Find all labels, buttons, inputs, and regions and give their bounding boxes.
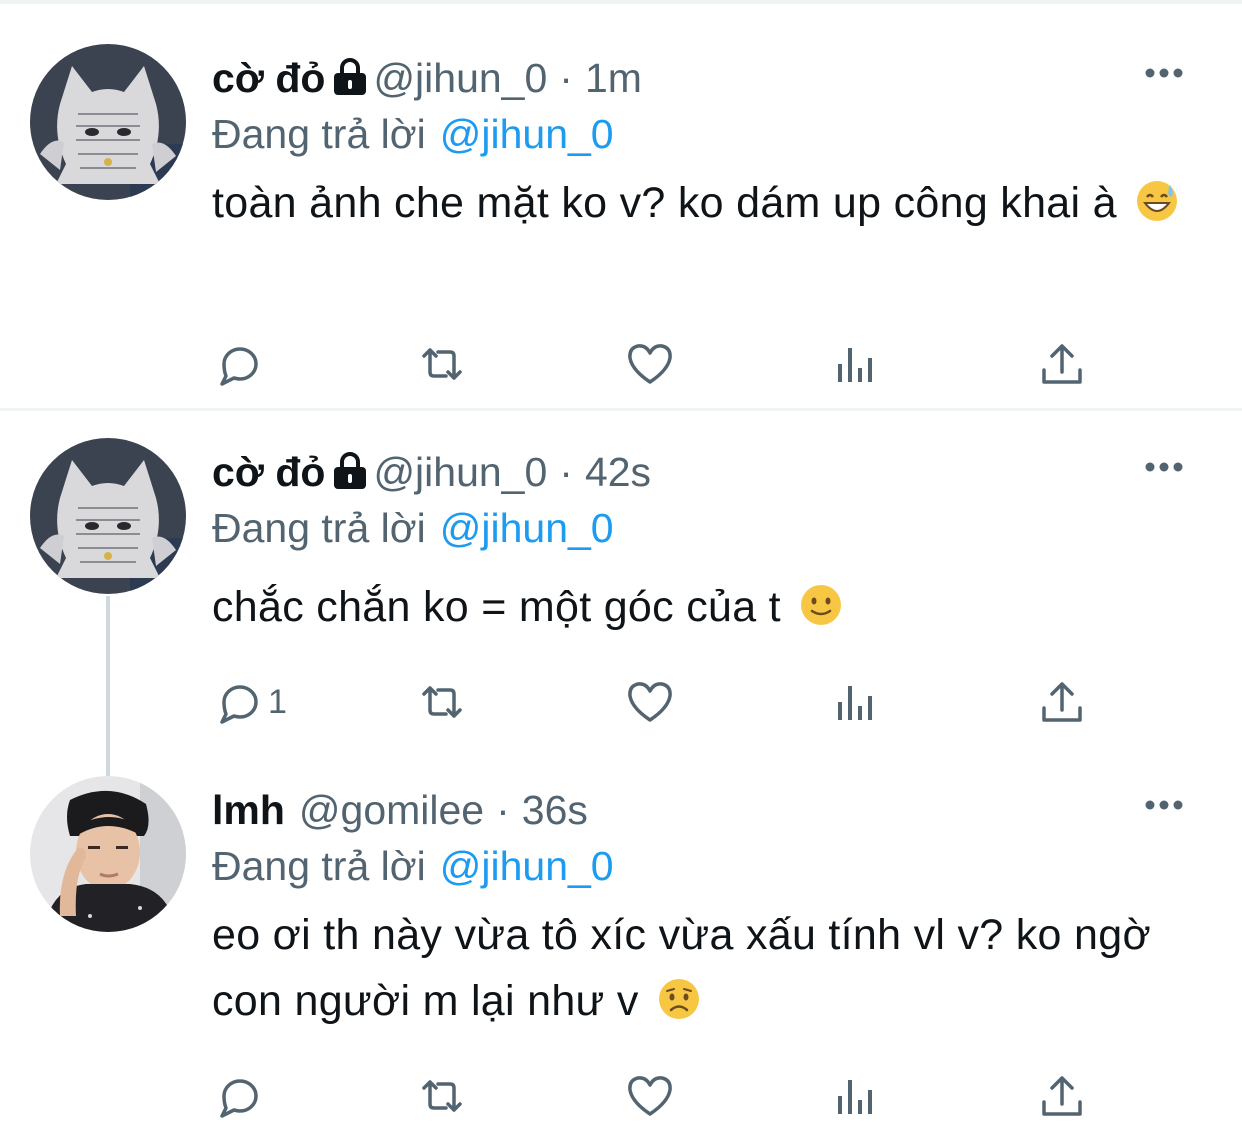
- replying-to: Đang trả lời @jihun_0: [212, 106, 614, 162]
- tweet-header: cờ đỏ @jihun_0 · 42s: [212, 444, 651, 500]
- retweet-button[interactable]: [416, 674, 468, 730]
- timestamp[interactable]: 1m: [585, 55, 642, 101]
- tweet-header: lmh @gomilee · 36s: [212, 782, 588, 838]
- reply-prefix: Đang trả lời: [212, 843, 426, 889]
- reply-count: 1: [268, 682, 287, 721]
- separator-dot: ·: [559, 449, 573, 495]
- user-handle[interactable]: @gomilee: [299, 787, 484, 833]
- share-icon: [1042, 344, 1082, 384]
- display-name[interactable]: cờ đỏ: [212, 449, 325, 495]
- like-button[interactable]: [624, 674, 676, 730]
- views-icon: [838, 348, 872, 382]
- views-button[interactable]: [830, 1068, 882, 1124]
- worried-face-emoji: [658, 978, 699, 1019]
- retweet-icon: [422, 348, 462, 380]
- reply-mention-link[interactable]: @jihun_0: [426, 505, 614, 551]
- retweet-icon: [422, 686, 462, 718]
- share-icon: [1042, 682, 1082, 722]
- views-button[interactable]: [830, 336, 882, 392]
- tweet-actions: [212, 336, 1092, 392]
- lock-icon: [334, 58, 367, 96]
- user-handle[interactable]: @jihun_0: [373, 55, 547, 101]
- more-icon[interactable]: [1144, 460, 1184, 474]
- reply-icon: [220, 685, 258, 724]
- like-button[interactable]: [624, 1068, 676, 1124]
- tweet-text: toàn ảnh che mặt ko v? ko dám up công kh…: [212, 170, 1202, 236]
- tweet-1[interactable]: cờ đỏ @jihun_0 · 1m Đang trả lời @jihun_0 to…: [0, 44, 1242, 404]
- tweet-header: cờ đỏ @jihun_0 · 1m: [212, 50, 642, 106]
- share-icon: [1042, 1076, 1082, 1116]
- views-icon: [838, 1080, 872, 1114]
- timestamp[interactable]: 42s: [585, 449, 651, 495]
- like-icon: [628, 1076, 672, 1116]
- timestamp[interactable]: 36s: [522, 787, 588, 833]
- share-button[interactable]: [1036, 336, 1088, 392]
- separator-dot: ·: [496, 787, 510, 833]
- more-icon[interactable]: [1144, 798, 1184, 812]
- grinning-sweat-emoji: [1137, 180, 1178, 221]
- tweet-text: chắc chắn ko = một góc của t: [212, 574, 1202, 640]
- tweet-2[interactable]: cờ đỏ @jihun_0 · 42s Đang trả lời @jihun_0 c…: [0, 438, 1242, 738]
- retweet-button[interactable]: [416, 336, 468, 392]
- avatar[interactable]: [30, 776, 186, 932]
- like-icon: [628, 344, 672, 384]
- tweet-text: eo ơi th này vừa tô xíc vừa xấu tính vl …: [212, 902, 1202, 1034]
- share-button[interactable]: [1036, 674, 1088, 730]
- reply-button[interactable]: [212, 336, 268, 392]
- tweet-text-content: toàn ảnh che mặt ko v? ko dám up công kh…: [212, 179, 1117, 227]
- reply-prefix: Đang trả lời: [212, 111, 426, 157]
- avatar[interactable]: [30, 438, 186, 594]
- replying-to: Đang trả lời @jihun_0: [212, 838, 614, 894]
- retweet-icon: [422, 1080, 462, 1112]
- reply-icon: [220, 347, 258, 386]
- reply-button[interactable]: [212, 1068, 268, 1124]
- tweet-divider: [0, 408, 1242, 411]
- tweet-3[interactable]: lmh @gomilee · 36s Đang trả lời @jihun_0 eo …: [0, 776, 1242, 1142]
- slightly-smiling-emoji: [801, 584, 842, 625]
- reply-icon: [220, 1079, 258, 1118]
- user-handle[interactable]: @jihun_0: [373, 449, 547, 495]
- display-name[interactable]: lmh: [212, 787, 285, 833]
- lock-icon: [334, 452, 367, 490]
- separator-dot: ·: [559, 55, 573, 101]
- reply-button[interactable]: 1: [212, 674, 287, 730]
- views-button[interactable]: [830, 674, 882, 730]
- reply-mention-link[interactable]: @jihun_0: [426, 111, 614, 157]
- display-name[interactable]: cờ đỏ: [212, 55, 325, 101]
- replying-to: Đang trả lời @jihun_0: [212, 500, 614, 556]
- views-icon: [838, 686, 872, 720]
- tweet-actions: [212, 1068, 1092, 1124]
- more-icon[interactable]: [1144, 66, 1184, 80]
- tweet-text-content: chắc chắn ko = một góc của t: [212, 583, 781, 631]
- tweet-actions: 1: [212, 674, 1092, 730]
- reply-mention-link[interactable]: @jihun_0: [426, 843, 614, 889]
- like-button[interactable]: [624, 336, 676, 392]
- share-button[interactable]: [1036, 1068, 1088, 1124]
- top-divider: [0, 0, 1242, 4]
- retweet-button[interactable]: [416, 1068, 468, 1124]
- reply-prefix: Đang trả lời: [212, 505, 426, 551]
- like-icon: [628, 682, 672, 722]
- avatar[interactable]: [30, 44, 186, 200]
